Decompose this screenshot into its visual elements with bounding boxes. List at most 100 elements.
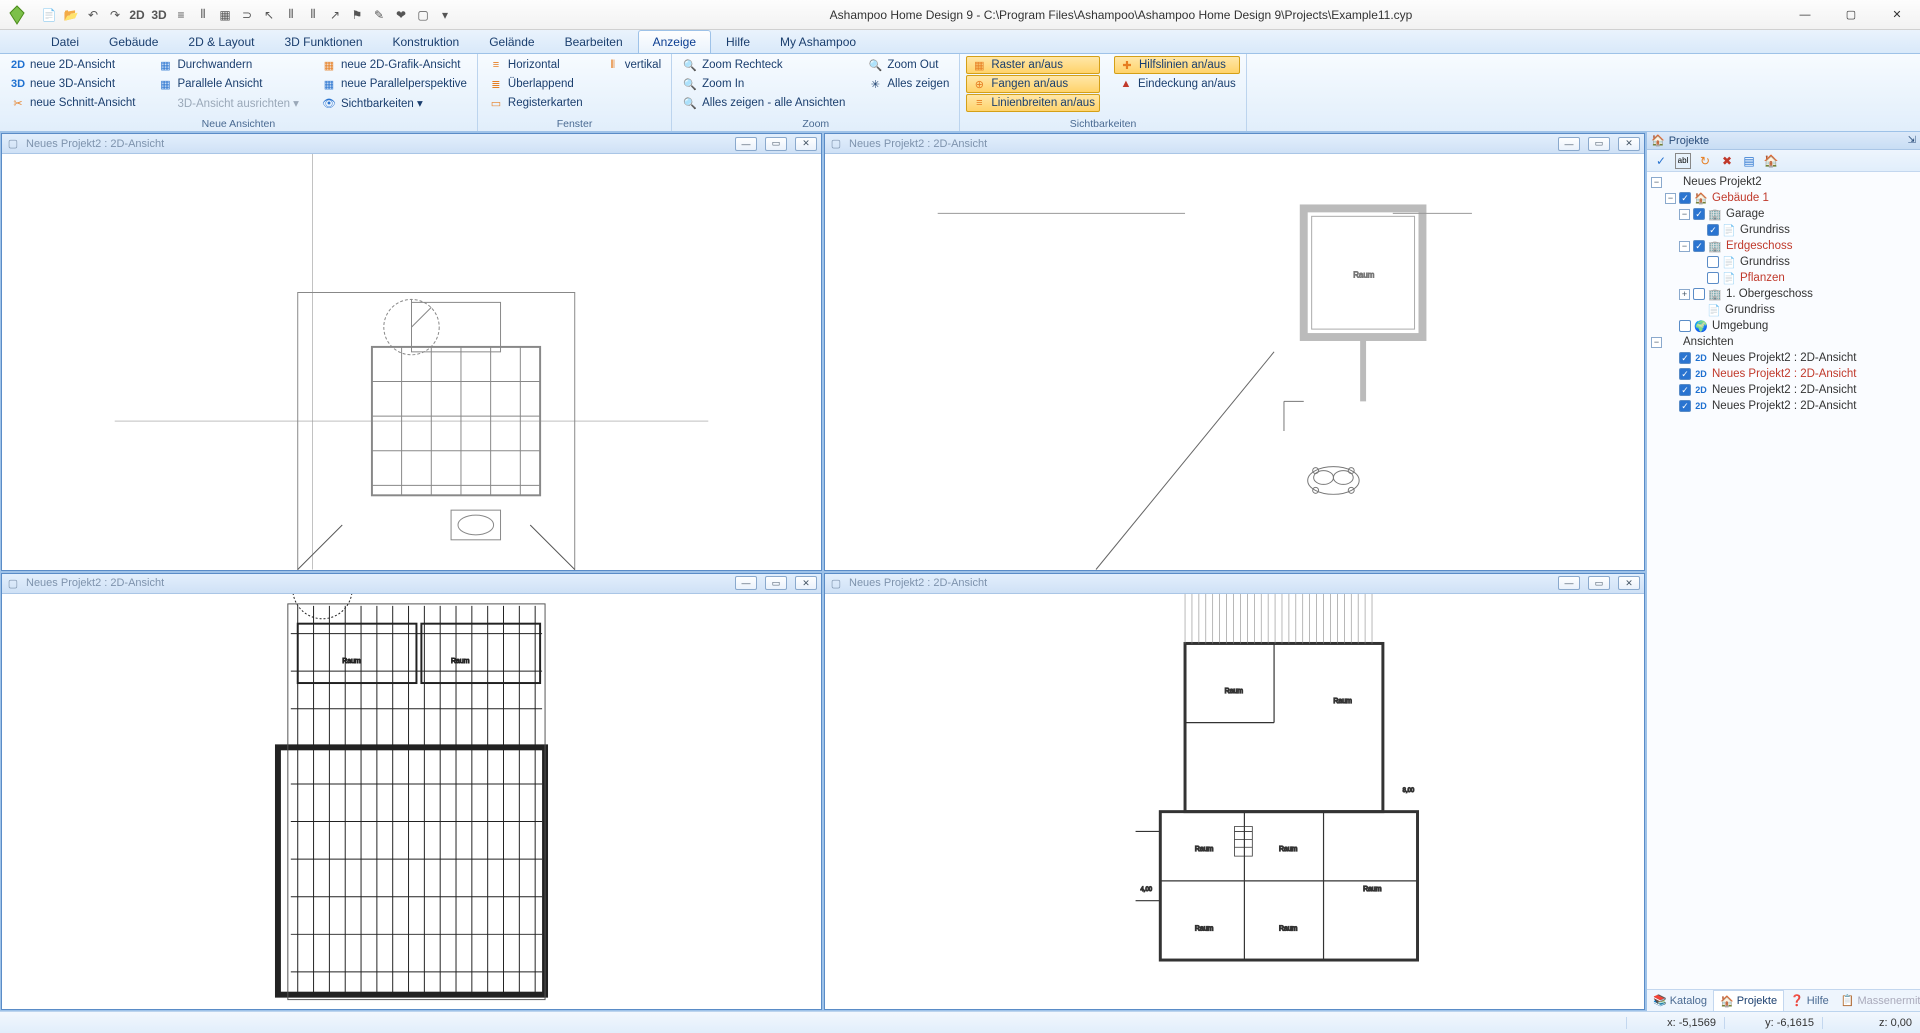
tree-checkbox[interactable]: ✓	[1707, 224, 1719, 236]
view-max-button[interactable]: ▭	[1588, 576, 1610, 590]
view-canvas[interactable]: Raum Raum	[2, 594, 821, 1010]
view-close-button[interactable]: ✕	[1618, 576, 1640, 590]
ribbon-btn-parallele-ansicht[interactable]: ▦Parallele Ansicht	[153, 75, 302, 93]
qat-magnet-icon[interactable]: ⊃	[238, 6, 256, 24]
tree-node[interactable]: −✓🏢Garage	[1647, 206, 1920, 222]
ribbon-btn-zoom-rechteck[interactable]: 🔍Zoom Rechteck	[678, 56, 849, 74]
tree-checkbox[interactable]: ✓	[1679, 400, 1691, 412]
ribbon-btn-zoom-in[interactable]: 🔍Zoom In	[678, 75, 849, 93]
tree-checkbox[interactable]: ✓	[1693, 208, 1705, 220]
tree-expander[interactable]: −	[1651, 337, 1662, 348]
ribbon-btn-neue-schnitt-ansicht[interactable]: ✂neue Schnitt-Ansicht	[6, 94, 139, 112]
view-canvas[interactable]: Raum Raum Raum Raum Raum Raum Raum 4,00 …	[825, 594, 1644, 1010]
menu-tab-datei[interactable]: Datei	[36, 30, 94, 53]
qat-bars1-icon[interactable]: ⦀	[282, 6, 300, 24]
sidebar-tab-hilfe[interactable]: ❓Hilfe	[1784, 990, 1835, 1011]
menu-tab-konstruktion[interactable]: Konstruktion	[378, 30, 475, 53]
ribbon-btn-linienbreiten-an-aus[interactable]: ≡Linienbreiten an/aus	[966, 94, 1100, 112]
menu-tab-bearbeiten[interactable]: Bearbeiten	[550, 30, 638, 53]
qat-vert-icon[interactable]: ⦀	[194, 6, 212, 24]
view-canvas[interactable]: Raum	[825, 154, 1644, 570]
qat-open-icon[interactable]: 📂	[62, 6, 80, 24]
tree-node[interactable]: ✓2DNeues Projekt2 : 2D-Ansicht	[1647, 350, 1920, 366]
view-min-button[interactable]: —	[1558, 576, 1580, 590]
menu-tab-3d-funktionen[interactable]: 3D Funktionen	[269, 30, 377, 53]
pin-icon[interactable]: ⇲	[1908, 135, 1916, 146]
tree-checkbox[interactable]: ✓	[1679, 352, 1691, 364]
tool-check-icon[interactable]: ✓	[1653, 153, 1669, 169]
menu-tab-my-ashampoo[interactable]: My Ashampoo	[765, 30, 871, 53]
qat-drop-icon[interactable]: ❤	[392, 6, 410, 24]
qat-cursor-icon[interactable]: ↖	[260, 6, 278, 24]
tree-node[interactable]: 📄Grundriss	[1647, 254, 1920, 270]
tree-node[interactable]: −Ansichten	[1647, 334, 1920, 350]
view-close-button[interactable]: ✕	[795, 137, 817, 151]
qat-3d-icon[interactable]: 3D	[150, 6, 168, 24]
qat-new-icon[interactable]: 📄	[40, 6, 58, 24]
view-pane-1[interactable]: ▢ Neues Projekt2 : 2D-Ansicht — ▭ ✕ Raum	[824, 133, 1645, 571]
tree-node[interactable]: ✓2DNeues Projekt2 : 2D-Ansicht	[1647, 398, 1920, 414]
ribbon-btn-alles-zeigen-alle-ansichten[interactable]: 🔍Alles zeigen - alle Ansichten	[678, 94, 849, 112]
tree-node[interactable]: ✓2DNeues Projekt2 : 2D-Ansicht	[1647, 366, 1920, 382]
ribbon-btn-zoom-out[interactable]: 🔍Zoom Out	[863, 56, 953, 74]
menu-tab-geb-ude[interactable]: Gebäude	[94, 30, 173, 53]
ribbon-btn-sichtbarkeiten-[interactable]: 👁Sichtbarkeiten ▾	[317, 94, 471, 112]
tool-rename-icon[interactable]: abl	[1675, 153, 1691, 169]
view-pane-2[interactable]: ▢ Neues Projekt2 : 2D-Ansicht — ▭ ✕ Raum…	[1, 573, 822, 1011]
view-close-button[interactable]: ✕	[795, 576, 817, 590]
tool-folder-icon[interactable]: ▤	[1741, 153, 1757, 169]
tree-checkbox[interactable]	[1679, 320, 1691, 332]
tree-node[interactable]: −✓🏠Gebäude 1	[1647, 190, 1920, 206]
sidebar-tab-katalog[interactable]: 📚Katalog	[1647, 990, 1713, 1011]
view-max-button[interactable]: ▭	[1588, 137, 1610, 151]
sidebar-tab-projekte[interactable]: 🏠Projekte	[1713, 990, 1784, 1011]
tree-node[interactable]: −Neues Projekt2	[1647, 174, 1920, 190]
tree-expander[interactable]: +	[1679, 289, 1690, 300]
menu-tab-gel-nde[interactable]: Gelände	[474, 30, 549, 53]
tree-expander[interactable]: −	[1651, 177, 1662, 188]
ribbon-btn-hilfslinien-an-aus[interactable]: ✚Hilfslinien an/aus	[1114, 56, 1240, 74]
view-pane-0[interactable]: ▢ Neues Projekt2 : 2D-Ansicht — ▭ ✕	[1, 133, 822, 571]
tree-checkbox[interactable]: ✓	[1679, 192, 1691, 204]
tree-checkbox[interactable]	[1707, 256, 1719, 268]
ribbon-btn-eindeckung-an-aus[interactable]: ▲Eindeckung an/aus	[1114, 75, 1240, 93]
qat-undo-icon[interactable]: ↶	[84, 6, 102, 24]
tree-node[interactable]: −✓🏢Erdgeschoss	[1647, 238, 1920, 254]
view-pane-3[interactable]: ▢ Neues Projekt2 : 2D-Ansicht — ▭ ✕ Raum…	[824, 573, 1645, 1011]
ribbon-btn-registerkarten[interactable]: ▭Registerkarten	[484, 94, 587, 112]
view-close-button[interactable]: ✕	[1618, 137, 1640, 151]
qat-bars2-icon[interactable]: ⦀	[304, 6, 322, 24]
qat-2d-icon[interactable]: 2D	[128, 6, 146, 24]
tree-node[interactable]: 📄Grundriss	[1647, 302, 1920, 318]
ribbon-btn-durchwandern[interactable]: ▦Durchwandern	[153, 56, 302, 74]
qat-flag-icon[interactable]: ⚑	[348, 6, 366, 24]
tree-node[interactable]: 📄Pflanzen	[1647, 270, 1920, 286]
ribbon-btn-vertikal[interactable]: ⦀vertikal	[601, 56, 665, 74]
ribbon-btn-neue-parallelperspektive[interactable]: ▦neue Parallelperspektive	[317, 75, 471, 93]
qat-more-icon[interactable]: ▾	[436, 6, 454, 24]
ribbon-btn-neue-2d-grafik-ansicht[interactable]: ▦neue 2D-Grafik-Ansicht	[317, 56, 471, 74]
tree-expander[interactable]: −	[1679, 209, 1690, 220]
tree-checkbox[interactable]: ✓	[1679, 384, 1691, 396]
ribbon-btn-raster-an-aus[interactable]: ▦Raster an/aus	[966, 56, 1100, 74]
qat-page-icon[interactable]: ▢	[414, 6, 432, 24]
tree-checkbox[interactable]: ✓	[1679, 368, 1691, 380]
menu-tab-2d-layout[interactable]: 2D & Layout	[173, 30, 269, 53]
tree-node[interactable]: ✓2DNeues Projekt2 : 2D-Ansicht	[1647, 382, 1920, 398]
qat-horiz-icon[interactable]: ≡	[172, 6, 190, 24]
menu-tab-anzeige[interactable]: Anzeige	[638, 30, 711, 53]
tree-expander[interactable]: −	[1679, 241, 1690, 252]
tree-node[interactable]: 🌍Umgebung	[1647, 318, 1920, 334]
ribbon-btn-horizontal[interactable]: ≡Horizontal	[484, 56, 587, 74]
ribbon-btn-alles-zeigen[interactable]: ✳Alles zeigen	[863, 75, 953, 93]
minimize-button[interactable]: —	[1782, 0, 1828, 30]
close-button[interactable]: ✕	[1874, 0, 1920, 30]
qat-arrow2-icon[interactable]: ↗	[326, 6, 344, 24]
qat-redo-icon[interactable]: ↷	[106, 6, 124, 24]
project-tree[interactable]: −Neues Projekt2−✓🏠Gebäude 1−✓🏢Garage✓📄Gr…	[1647, 172, 1920, 989]
menu-tab-hilfe[interactable]: Hilfe	[711, 30, 765, 53]
tree-checkbox[interactable]	[1707, 272, 1719, 284]
tool-delete-icon[interactable]: ✖	[1719, 153, 1735, 169]
maximize-button[interactable]: ▢	[1828, 0, 1874, 30]
view-min-button[interactable]: —	[735, 576, 757, 590]
